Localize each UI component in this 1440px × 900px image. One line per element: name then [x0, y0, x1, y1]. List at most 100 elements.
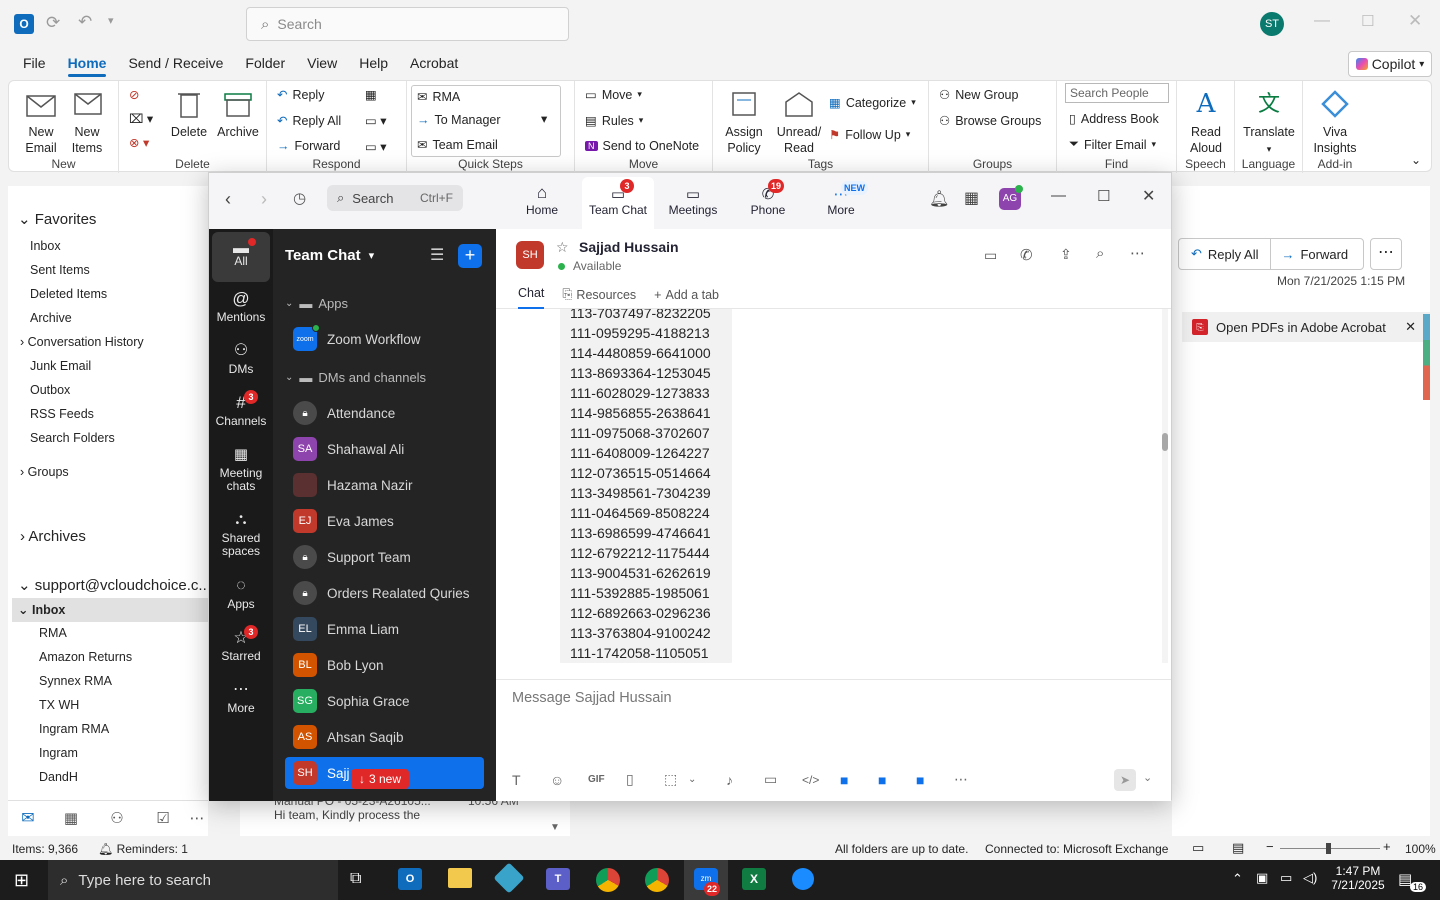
menu-view[interactable]: View [296, 48, 348, 78]
tab-phone[interactable]: ✆ Phone 19 [732, 177, 804, 227]
send-to-onenote-button[interactable]: N Send to OneNote [585, 139, 699, 153]
menu-help[interactable]: Help [348, 48, 399, 78]
chat-item[interactable]: SA Shahawal Ali [293, 433, 483, 465]
menu-home[interactable]: Home [57, 48, 118, 78]
chat-item[interactable]: EL Emma Liam [293, 613, 483, 645]
outlook-taskbar-icon[interactable]: O [398, 868, 422, 890]
viva-insights-button[interactable]: Viva Insights [1309, 87, 1361, 156]
rail-channels[interactable]: # Channels 3 [212, 390, 270, 428]
reading-reply-all-button[interactable]: ↶ Reply All [1179, 239, 1272, 269]
chat-tab-chat[interactable]: Chat [518, 281, 545, 309]
zoom-slider-thumb[interactable] [1326, 843, 1331, 854]
video-message-icon[interactable]: ▭ [764, 771, 802, 788]
more-actions-icon[interactable]: ⋯ [1370, 238, 1402, 270]
quickstep-rma[interactable]: ✉ RMA [417, 89, 460, 105]
send-icon[interactable]: ➤ [1114, 769, 1136, 791]
new-email-button[interactable]: New Email [19, 87, 63, 156]
notifications-icon[interactable]: 🔔︎ [929, 189, 949, 209]
rail-meeting-chats[interactable]: ▦ Meeting chats [212, 447, 270, 493]
subfolder[interactable]: DandH [39, 770, 78, 784]
subfolder[interactable]: Ingram RMA [39, 722, 109, 736]
chat-list-title[interactable]: Team Chat ▾ [285, 247, 374, 264]
chrome-icon[interactable] [596, 868, 620, 892]
copilot-button[interactable]: Copilot ▾ [1348, 51, 1432, 77]
tab-meetings[interactable]: ▭ Meetings [657, 177, 729, 227]
categorize-button[interactable]: ▦ Categorize ▾ [829, 95, 916, 111]
customize-qat-icon[interactable]: ▾ [108, 14, 114, 27]
forward-button[interactable]: → Forward [277, 139, 340, 153]
rail-apps[interactable]: ◌ Apps [212, 578, 270, 611]
star-icon[interactable]: ☆ [556, 239, 569, 256]
chat-tab-resources[interactable]: ⎘ Resources [562, 287, 636, 302]
zoom-out-icon[interactable]: − [1266, 839, 1274, 854]
taskbar-search-input[interactable]: ⌕ Type here to search [48, 860, 338, 900]
rules-button[interactable]: ▤ Rules ▾ [585, 113, 643, 129]
unread-read-button[interactable]: Unread/ Read [773, 87, 825, 156]
chat-item[interactable]: Hazama Nazir [293, 469, 483, 501]
chevron-up-icon[interactable]: ⌃ [1232, 871, 1243, 887]
code-icon[interactable]: </> [802, 773, 840, 787]
subfolder[interactable]: Synnex RMA [39, 674, 112, 688]
folder-groups[interactable]: › Groups [20, 465, 69, 479]
file-explorer-icon[interactable] [448, 868, 472, 888]
reminders-count[interactable]: 🔔︎ Reminders: 1 [98, 842, 188, 856]
minimize-icon[interactable]: — [1051, 187, 1066, 204]
phone-call-icon[interactable]: ✆ [1020, 246, 1033, 264]
volume-icon[interactable]: ◁) [1303, 870, 1317, 886]
subfolder[interactable]: Ingram [39, 746, 78, 760]
account-header[interactable]: ⌄ support@vcloudchoice.c... [18, 576, 211, 594]
tab-team-chat[interactable]: ▭ Team Chat 3 [582, 177, 654, 229]
move-button[interactable]: ▭ Move ▾ [585, 87, 642, 103]
folder-search-folders[interactable]: Search Folders [30, 431, 115, 445]
folder-inbox[interactable]: Inbox [30, 239, 61, 253]
message-bubble[interactable]: 113-7037497-8232205 111-0959295-4188213 11… [560, 309, 732, 663]
tasks-icon[interactable]: ☑ [140, 809, 186, 827]
whiteboard-icon[interactable]: ■ [916, 772, 954, 788]
reply-button[interactable]: ↶ Reply [277, 87, 324, 103]
more-icon[interactable]: ⋯ [954, 771, 992, 788]
zoom-in-icon[interactable]: + [1383, 839, 1391, 854]
ribbon-collapse-icon[interactable]: ⌄ [1411, 153, 1421, 167]
taskbar-clock[interactable]: 1:47 PM 7/21/2025 [1330, 864, 1386, 892]
gallery-expand-icon[interactable]: ▾ [541, 111, 547, 126]
rail-shared-spaces[interactable]: ⛬ Shared spaces [212, 512, 270, 558]
rail-more[interactable]: ⋯ More [212, 682, 270, 715]
gif-icon[interactable]: GIF [588, 774, 626, 785]
task-view-icon[interactable]: ⧉ [350, 870, 361, 888]
archive-button[interactable]: Archive [215, 87, 261, 140]
quickstep-to-manager[interactable]: → To Manager [417, 113, 501, 127]
video-call-icon[interactable]: ▭ [984, 247, 997, 264]
chat-item[interactable]: AS Ahsan Saqib [293, 721, 483, 753]
folder-deleted-items[interactable]: Deleted Items [30, 287, 107, 301]
folder-rss[interactable]: RSS Feeds [30, 407, 94, 421]
chat-item[interactable]: SG Sophia Grace [293, 685, 483, 717]
app-icon[interactable]: ■ [840, 772, 878, 788]
normal-view-icon[interactable]: ▭ [1192, 840, 1204, 856]
forward-nav-icon[interactable]: › [261, 189, 267, 210]
menu-file[interactable]: File [12, 48, 57, 78]
section-dms-channels[interactable]: ⌄ ▬ DMs and channels [285, 361, 475, 393]
outlook-search-input[interactable]: ⌕ Search [246, 7, 569, 41]
chrome-icon[interactable] [645, 868, 669, 892]
app-diamond-icon[interactable] [493, 862, 525, 894]
new-items-button[interactable]: New Items [65, 87, 109, 156]
file-icon[interactable]: ▯ [626, 771, 664, 788]
chat-item[interactable]: 🔒︎ Support Team [293, 541, 483, 573]
chat-item[interactable]: SH Sajj [293, 757, 483, 789]
tab-more[interactable]: ⋯ More NEW [805, 177, 877, 227]
maximize-icon[interactable]: ☐ [1097, 187, 1110, 205]
read-aloud-button[interactable]: A Read Aloud [1183, 87, 1229, 156]
user-avatar[interactable]: ST [1260, 12, 1284, 36]
account-inbox[interactable]: ⌄ Inbox [18, 602, 65, 617]
menu-acrobat[interactable]: Acrobat [399, 48, 469, 78]
subfolder[interactable]: RMA [39, 626, 67, 640]
cleanup-icon[interactable]: ⌧ ▾ [129, 111, 153, 126]
back-icon[interactable]: ‹ [225, 189, 231, 210]
network-icon[interactable]: ▭ [1280, 870, 1292, 886]
follow-up-button[interactable]: ⚑ Follow Up ▾ [829, 127, 910, 143]
im-reply-icon[interactable]: ▭ ▾ [365, 113, 387, 128]
windows-start-icon[interactable]: ⊞ [14, 870, 29, 891]
screenshot-icon[interactable]: ⬚ [664, 771, 688, 788]
open-in-acrobat-link[interactable]: Open PDFs in Adobe Acrobat [1216, 320, 1386, 335]
delete-button[interactable]: Delete [169, 87, 209, 140]
